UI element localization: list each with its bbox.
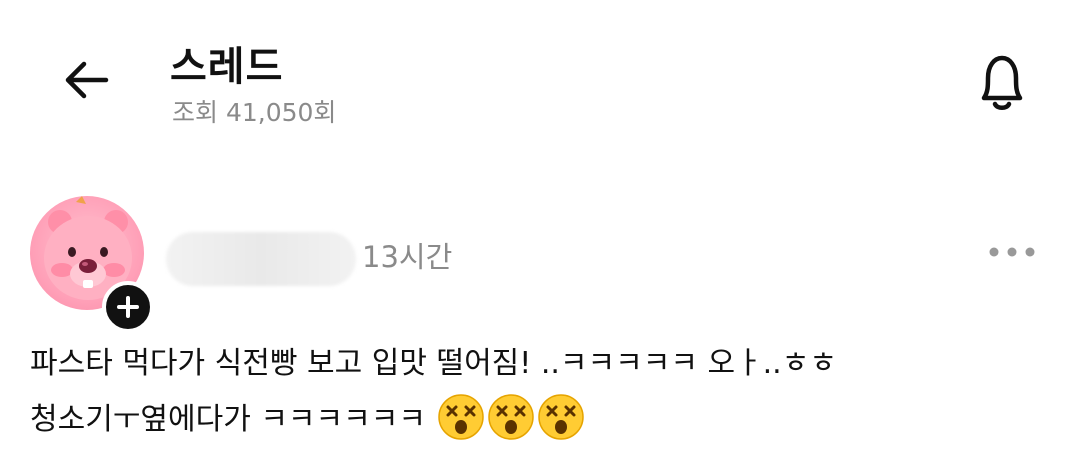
thread-header: 스레드 조회 41,050회: [0, 0, 1080, 160]
post-timestamp: 13시간: [362, 240, 453, 274]
post-text-line-1: 파스타 먹다가 식전빵 보고 입맛 떨어짐! ..ㅋㅋㅋㅋㅋ 오ㅏ..ㅎㅎ: [30, 346, 837, 381]
dizzy-face-emoji-icon: [538, 394, 585, 440]
post-body: 파스타 먹다가 식전빵 보고 입맛 떨어짐! ..ㅋㅋㅋㅋㅋ 오ㅏ..ㅎㅎ 청소…: [30, 336, 1050, 448]
author-avatar-container: [30, 196, 156, 333]
plus-icon: [117, 296, 139, 318]
emoji-group: [426, 394, 586, 440]
bell-icon: [981, 55, 1023, 110]
author-username-blurred[interactable]: [166, 232, 356, 286]
dizzy-face-emoji-icon: [438, 394, 485, 440]
page-title: 스레드: [170, 44, 284, 90]
back-button[interactable]: [58, 52, 114, 108]
arrow-left-icon: [65, 61, 109, 99]
dizzy-face-emoji-icon: [488, 394, 535, 440]
view-count: 조회 41,050회: [172, 98, 337, 127]
more-options-button[interactable]: [986, 240, 1038, 264]
post-text-line-2: 청소기ㅜ옆에다가 ㅋㅋㅋㅋㅋㅋ: [30, 402, 426, 437]
notification-button[interactable]: [970, 48, 1034, 116]
follow-button[interactable]: [102, 281, 154, 333]
thread-post: 13시간 파스타 먹다가 식전빵 보고 입맛 떨어짐! ..ㅋㅋㅋㅋㅋ 오ㅏ..…: [0, 180, 1080, 471]
more-dots-icon: [989, 247, 1035, 257]
